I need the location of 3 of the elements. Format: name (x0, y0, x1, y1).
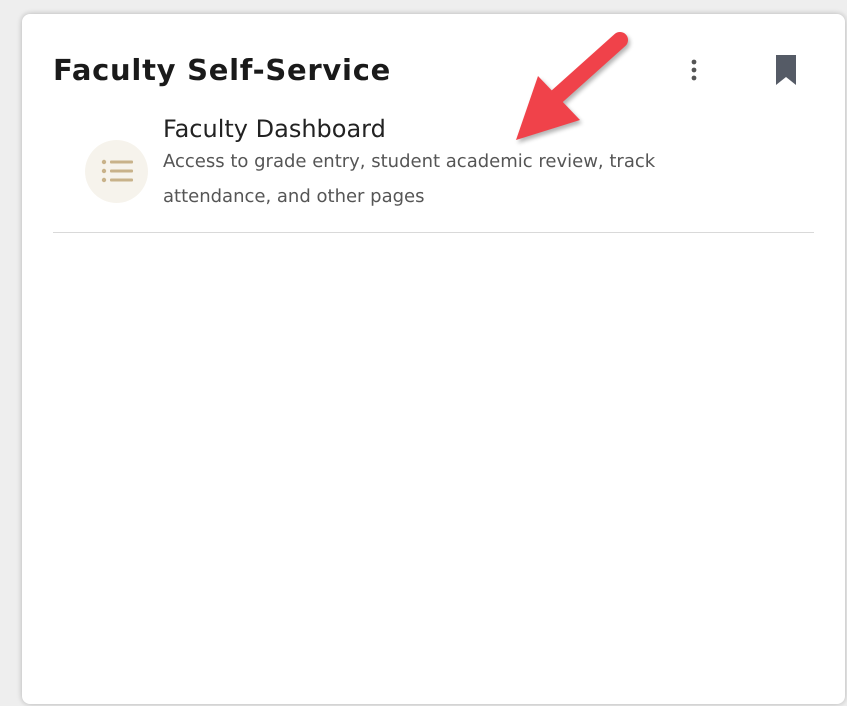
card-title: Faculty Self-Service (53, 52, 392, 88)
dashboard-description: Access to grade entry, student academic review, track attendance, and other pages (163, 150, 656, 210)
dashboard-link[interactable]: Faculty Dashboard (163, 114, 693, 144)
